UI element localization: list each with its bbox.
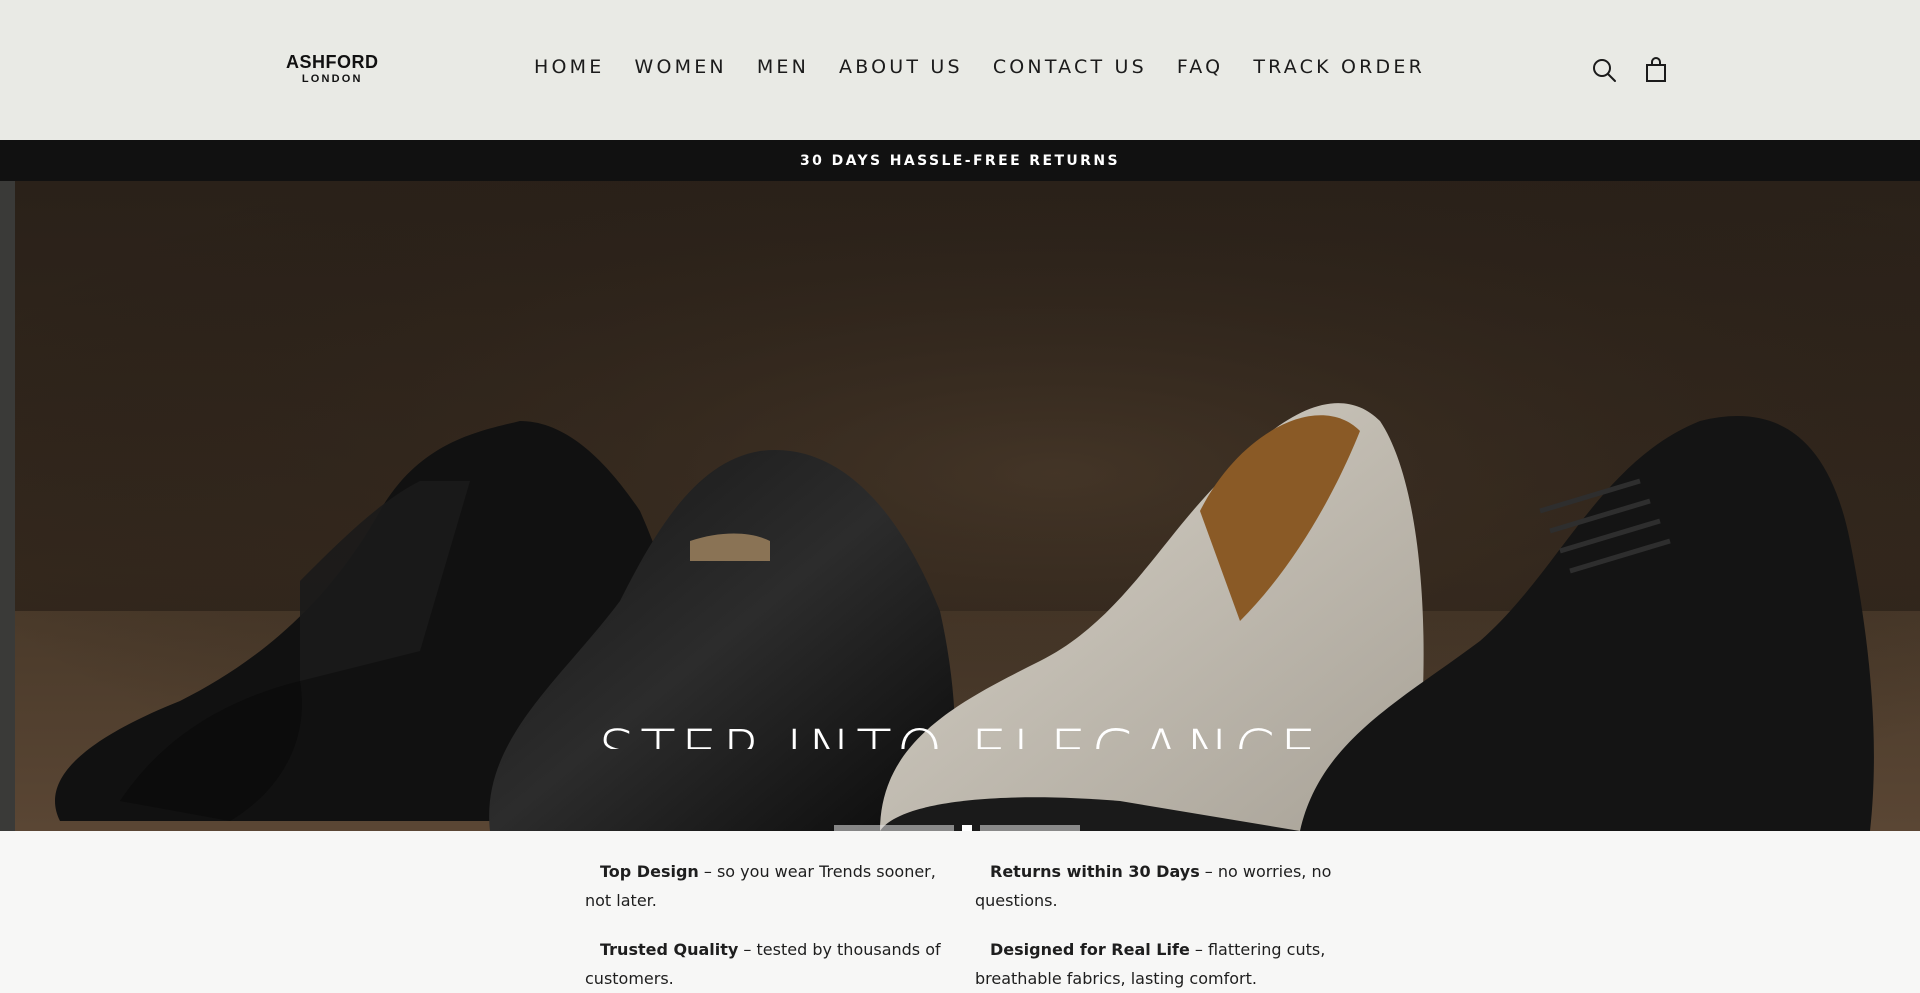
brand-name: ASHFORD bbox=[286, 52, 379, 72]
feature-returns: Returns within 30 Days – no worries, no … bbox=[975, 857, 1355, 915]
nav-track-order[interactable]: TRACK ORDER bbox=[1253, 56, 1425, 78]
feature-top-design: Top Design – so you wear Trends sooner, … bbox=[585, 857, 965, 915]
nav-men[interactable]: MEN bbox=[757, 56, 809, 78]
hero-slider[interactable]: STEP INTO ELEGANCE bbox=[0, 181, 1920, 831]
nav-contact-us[interactable]: CONTACT US bbox=[993, 56, 1147, 78]
search-icon bbox=[1593, 59, 1616, 82]
feature-trusted-quality: Trusted Quality – tested by thousands of… bbox=[585, 935, 965, 993]
nav-faq[interactable]: FAQ bbox=[1177, 56, 1223, 78]
main-nav: HOME WOMEN MEN ABOUT US CONTACT US FAQ T… bbox=[534, 56, 1425, 78]
features-section: Top Design – so you wear Trends sooner, … bbox=[0, 831, 1920, 993]
site-header: ASHFORD LONDON HOME WOMEN MEN ABOUT US C… bbox=[0, 0, 1920, 140]
feature-title: Returns within 30 Days bbox=[990, 862, 1200, 881]
hero-title-container: STEP INTO ELEGANCE bbox=[0, 719, 1920, 749]
feature-title: Designed for Real Life bbox=[990, 940, 1190, 959]
nav-home[interactable]: HOME bbox=[534, 56, 604, 78]
nav-about-us[interactable]: ABOUT US bbox=[839, 56, 963, 78]
feature-title: Top Design bbox=[600, 862, 699, 881]
announcement-text: 30 DAYS HASSLE-FREE RETURNS bbox=[800, 152, 1120, 169]
feature-title: Trusted Quality bbox=[600, 940, 739, 959]
nav-women[interactable]: WOMEN bbox=[634, 56, 726, 78]
feature-real-life: Designed for Real Life – flattering cuts… bbox=[975, 935, 1355, 993]
hero-title: STEP INTO ELEGANCE bbox=[0, 719, 1920, 749]
announcement-bar: 30 DAYS HASSLE-FREE RETURNS bbox=[0, 140, 1920, 181]
brand-logo[interactable]: ASHFORD LONDON bbox=[286, 52, 379, 86]
brand-sub: LONDON bbox=[301, 73, 363, 85]
shopping-bag-icon bbox=[1646, 57, 1666, 82]
search-button[interactable] bbox=[1590, 56, 1618, 84]
cart-button[interactable] bbox=[1642, 56, 1670, 84]
